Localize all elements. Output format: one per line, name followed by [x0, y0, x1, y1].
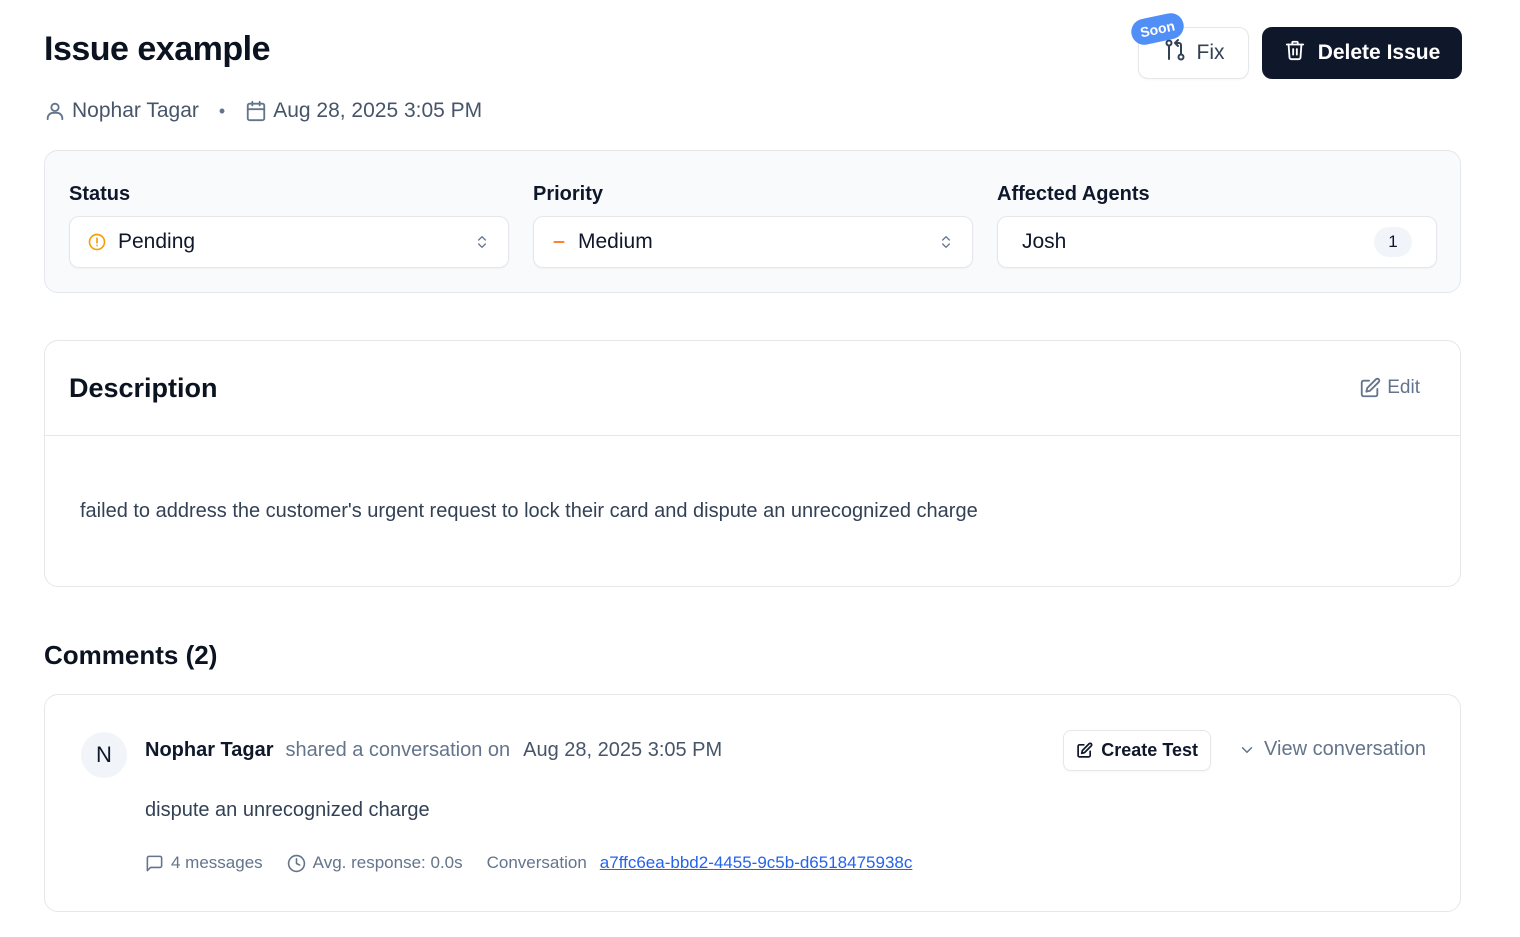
- priority-label: Priority: [533, 183, 604, 205]
- avg-response-text: Avg. response: 0.0s: [312, 853, 463, 872]
- edit-icon: [1076, 742, 1093, 759]
- header-actions: Soon Fix Delete Issue: [1128, 10, 1462, 79]
- description-text: failed to address the customer's urgent …: [80, 500, 978, 522]
- avatar: N: [81, 732, 127, 778]
- edit-icon: [1359, 377, 1381, 399]
- status-label: Status: [69, 183, 131, 205]
- status-value: Pending: [118, 230, 196, 253]
- edit-description-button[interactable]: Edit: [1359, 377, 1420, 399]
- priority-property: Priority Medium: [533, 183, 973, 268]
- conversation-label: Conversation: [486, 853, 587, 872]
- message-square-icon: [145, 854, 164, 873]
- comment-meta: 4 messages Avg. response: 0.0s Conversat…: [145, 853, 936, 873]
- agents-count-badge: 1: [1374, 227, 1412, 257]
- conversation-ref: Conversation a7ffc6ea-bbd2-4455-9c5b-d65…: [487, 853, 913, 873]
- fix-label: Fix: [1196, 41, 1225, 64]
- conversation-link[interactable]: a7ffc6ea-bbd2-4455-9c5b-d6518475938c: [600, 853, 913, 873]
- create-test-button[interactable]: Create Test: [1063, 730, 1211, 771]
- status-property: Status Pending: [69, 183, 509, 268]
- comment-text: dispute an unrecognized charge: [145, 799, 430, 821]
- comment-date: Aug 28, 2025 3:05 PM: [523, 739, 723, 761]
- affected-agents-select[interactable]: Josh 1: [997, 216, 1437, 268]
- comment-action: shared a conversation on: [285, 739, 511, 761]
- affected-agent-value: Josh: [1022, 230, 1067, 253]
- edit-label: Edit: [1387, 377, 1420, 398]
- chevrons-up-down-icon: [474, 234, 490, 250]
- create-test-label: Create Test: [1101, 740, 1198, 760]
- fix-button[interactable]: Soon Fix: [1128, 10, 1249, 79]
- comment-author: Nophar Tagar: [145, 739, 274, 761]
- comment-header: Nophar Tagar shared a conversation on Au…: [145, 739, 722, 762]
- affected-agents-property: Affected Agents Josh 1: [997, 183, 1437, 268]
- delete-issue-button[interactable]: Delete Issue: [1262, 27, 1462, 79]
- message-count: 4 messages: [145, 853, 263, 873]
- page-title: Issue example: [44, 30, 270, 68]
- minus-icon: [552, 235, 566, 249]
- trash-icon: [1284, 39, 1306, 67]
- description-title: Description: [69, 372, 218, 403]
- priority-select[interactable]: Medium: [533, 216, 973, 268]
- chevron-down-icon: [1238, 741, 1256, 759]
- priority-value: Medium: [578, 230, 653, 253]
- avg-response: Avg. response: 0.0s: [287, 853, 463, 873]
- description-card: Description Edit failed to address the c…: [44, 340, 1461, 587]
- delete-issue-label: Delete Issue: [1317, 41, 1441, 64]
- message-count-text: 4 messages: [171, 853, 263, 872]
- issue-meta: Nophar Tagar • Aug 28, 2025 3:05 PM: [44, 99, 482, 123]
- affected-agents-label: Affected Agents: [997, 183, 1150, 205]
- description-header: Description Edit: [45, 341, 1460, 436]
- user-icon: [44, 100, 66, 122]
- git-pull-request-icon: [1163, 38, 1187, 68]
- alert-circle-icon: [88, 233, 106, 251]
- issue-properties-panel: Status Pending Priority Medium Affected …: [44, 150, 1461, 293]
- view-conversation-label: View conversation: [1264, 738, 1426, 760]
- comment-card: N Nophar Tagar shared a conversation on …: [44, 694, 1461, 912]
- chevrons-up-down-icon: [938, 234, 954, 250]
- status-select[interactable]: Pending: [69, 216, 509, 268]
- view-conversation-button[interactable]: View conversation: [1238, 738, 1426, 761]
- issue-author: Nophar Tagar: [72, 99, 199, 122]
- comments-title: Comments (2): [44, 640, 218, 670]
- calendar-icon: [245, 100, 267, 122]
- clock-icon: [287, 854, 306, 873]
- meta-separator: •: [218, 100, 226, 121]
- issue-created-date: Aug 28, 2025 3:05 PM: [273, 99, 483, 122]
